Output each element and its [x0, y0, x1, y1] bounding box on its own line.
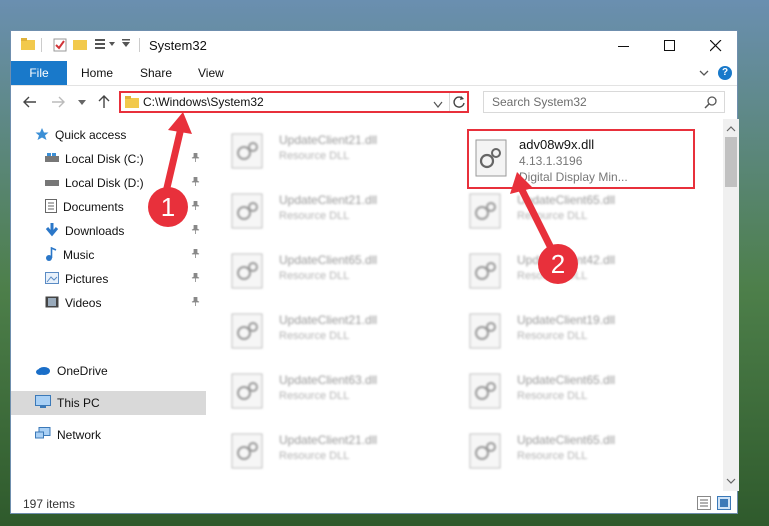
annotation-arrows	[162, 112, 555, 252]
step-1-badge: 1	[148, 187, 188, 227]
step-2-badge: 2	[538, 244, 578, 284]
